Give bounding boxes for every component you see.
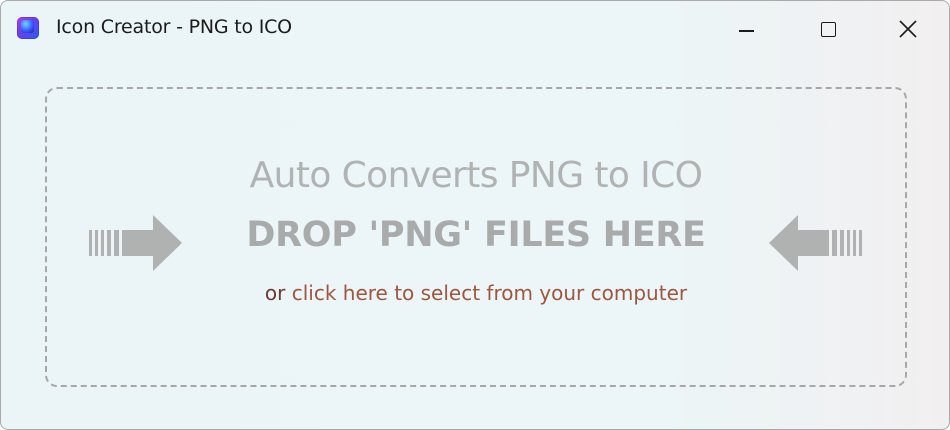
minimize-button[interactable] [708,1,784,57]
or-text: or [264,281,286,305]
select-files-link[interactable]: click here to select from your computer [292,281,687,305]
drop-zone-instruction: DROP 'PNG' FILES HERE [246,215,706,255]
drop-zone-heading: Auto Converts PNG to ICO [249,155,703,196]
close-icon [899,20,917,38]
maximize-button[interactable] [790,1,866,57]
minimize-icon [738,30,754,32]
app-icon [17,17,39,39]
app-window: Icon Creator - PNG to ICO Auto Converts … [0,0,950,430]
select-files-line: or click here to select from your comput… [1,281,949,305]
maximize-icon [820,21,836,37]
title-bar[interactable]: Icon Creator - PNG to ICO [1,1,949,57]
window-title: Icon Creator - PNG to ICO [56,16,292,38]
close-button[interactable] [870,1,946,57]
